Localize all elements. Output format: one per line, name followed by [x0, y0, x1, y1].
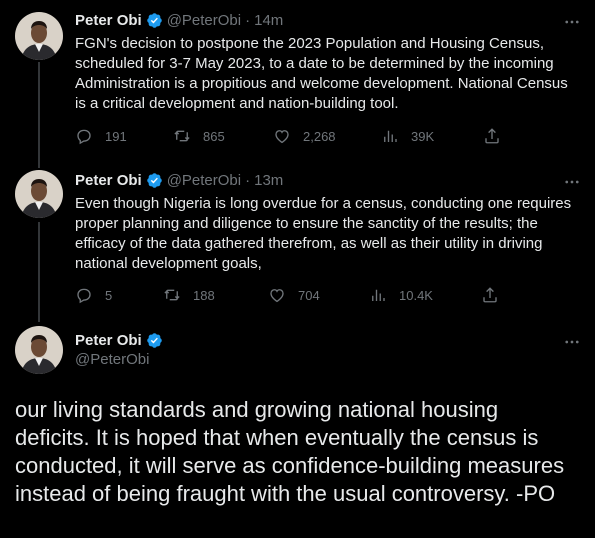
author-name[interactable]: Peter Obi [75, 172, 142, 189]
like-button[interactable]: 2,268 [273, 127, 336, 145]
author-handle[interactable]: @PeterObi [167, 172, 241, 189]
avatar[interactable] [15, 326, 63, 374]
like-count: 2,268 [303, 128, 336, 144]
tweet-text: Even though Nigeria is long overdue for … [75, 195, 572, 272]
tweet-actions: 191 865 2,268 39K [75, 127, 515, 147]
reply-button[interactable]: 191 [75, 127, 127, 145]
tweet-header: Peter Obi @PeterObi [75, 332, 167, 368]
views-button[interactable]: 10.4K [369, 286, 433, 304]
author-name[interactable]: Peter Obi [75, 332, 142, 349]
separator: · [245, 172, 251, 189]
more-icon[interactable] [563, 13, 581, 31]
tweet-2[interactable]: Peter Obi @PeterObi · 13m Even though Ni… [0, 160, 595, 320]
views-count: 10.4K [399, 287, 433, 303]
tweet-text: FGN's decision to postpone the 2023 Popu… [75, 35, 568, 112]
timestamp[interactable]: 14m [254, 12, 283, 29]
like-count: 704 [298, 287, 320, 303]
reply-count: 191 [105, 128, 127, 144]
author-name[interactable]: Peter Obi [75, 12, 142, 29]
verified-badge-icon [146, 172, 163, 189]
views-icon [372, 289, 385, 301]
author-handle[interactable]: @PeterObi [167, 12, 241, 29]
tweet-header: Peter Obi @PeterObi · 13m [75, 172, 283, 189]
verified-badge-icon [146, 12, 163, 29]
retweet-button[interactable]: 865 [173, 127, 225, 145]
reply-count: 5 [105, 287, 113, 303]
reply-icon [77, 129, 91, 145]
avatar[interactable] [15, 12, 63, 60]
tweet-1[interactable]: Peter Obi @PeterObi · 14m FGN's decision… [0, 0, 595, 160]
reply-icon [77, 288, 91, 304]
avatar[interactable] [15, 170, 63, 218]
retweet-icon [164, 289, 180, 301]
like-icon [270, 289, 284, 303]
views-button[interactable]: 39K [381, 127, 434, 145]
separator: · [245, 12, 251, 29]
share-icon [483, 287, 497, 303]
retweet-count: 188 [193, 287, 215, 303]
more-icon[interactable] [563, 333, 581, 351]
timestamp[interactable]: 13m [254, 172, 283, 189]
tweet-text: our living standards and growing nationa… [15, 397, 565, 506]
tweet-header: Peter Obi @PeterObi · 14m [75, 12, 283, 29]
verified-badge-icon [146, 332, 163, 349]
views-icon [384, 130, 397, 142]
more-icon[interactable] [563, 173, 581, 191]
author-handle[interactable]: @PeterObi [75, 351, 167, 368]
share-button[interactable] [483, 127, 513, 145]
tweet-actions: 5 188 704 10.4K [75, 286, 515, 306]
like-button[interactable]: 704 [268, 286, 320, 304]
retweet-icon [174, 130, 190, 142]
views-count: 39K [411, 128, 435, 144]
share-icon [485, 128, 499, 144]
share-button[interactable] [481, 286, 511, 304]
reply-button[interactable]: 5 [75, 286, 112, 304]
retweet-count: 865 [203, 128, 225, 144]
like-icon [275, 130, 289, 144]
tweet-3[interactable]: Peter Obi @PeterObi our living standards… [0, 320, 595, 538]
retweet-button[interactable]: 188 [163, 286, 215, 304]
